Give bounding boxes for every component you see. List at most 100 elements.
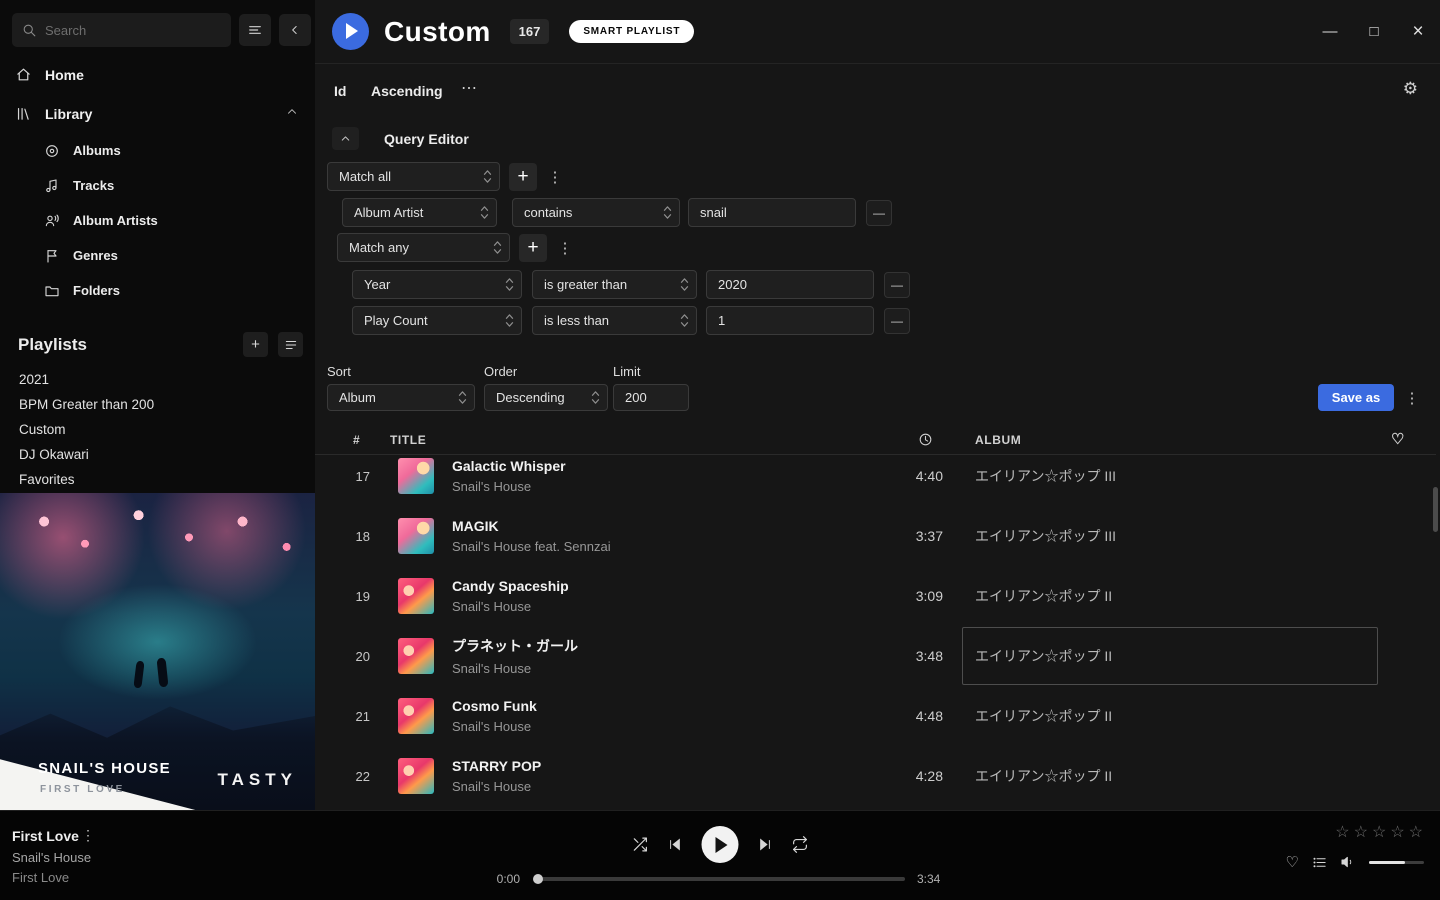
sort-field-control[interactable]: Id — [334, 83, 346, 99]
now-playing-artwork[interactable]: SNAIL'S HOUSE FIRST LOVE TASTY — [0, 493, 315, 810]
column-header-album[interactable]: ALBUM — [975, 433, 1021, 447]
play-playlist-button[interactable] — [332, 13, 369, 50]
remove-rule1-button[interactable]: — — [866, 200, 892, 226]
seek-handle[interactable] — [533, 874, 543, 884]
match-type-select-group2[interactable]: Match any — [337, 233, 510, 262]
track-artist: Snail's House — [452, 719, 872, 734]
track-album-focused[interactable]: エイリアン☆ポップ II — [962, 627, 1378, 685]
playlist-item[interactable]: BPM Greater than 200 — [19, 392, 315, 417]
add-rule-button-group2[interactable]: + — [519, 234, 547, 262]
album-art-thumbnail — [398, 458, 434, 494]
play-pause-button[interactable] — [702, 826, 739, 863]
select-arrows-icon — [483, 169, 492, 184]
repeat-button[interactable] — [792, 836, 809, 853]
queue-button[interactable] — [1312, 855, 1327, 870]
remove-rule3-button[interactable]: — — [884, 308, 910, 334]
playlist-list-button[interactable] — [278, 332, 303, 357]
favorite-button[interactable]: ♡ — [1286, 853, 1299, 871]
query-editor-collapse-button[interactable] — [332, 127, 359, 150]
shuffle-button[interactable] — [632, 836, 649, 853]
rule1-operator-select[interactable]: contains — [512, 198, 680, 227]
now-playing-menu-button[interactable]: ⋮ — [80, 826, 96, 844]
sidebar-item-albums[interactable]: Albums — [0, 133, 315, 168]
heart-icon: ♡ — [1286, 854, 1299, 871]
maximize-button[interactable]: □ — [1352, 10, 1396, 54]
sidebar-item-library[interactable]: Library — [0, 94, 315, 133]
hamburger-icon — [247, 22, 263, 38]
previous-track-button[interactable] — [668, 837, 683, 852]
group2-menu-button[interactable]: ⋮ — [556, 234, 574, 262]
sidebar-item-album-artists[interactable]: Album Artists — [0, 203, 315, 238]
nav-label: Library — [45, 106, 92, 122]
limit-input[interactable] — [613, 384, 689, 411]
rating-stars[interactable]: ☆☆☆☆☆ — [1335, 822, 1427, 842]
rule2-field-select[interactable]: Year — [352, 270, 522, 299]
menu-button[interactable] — [239, 14, 271, 46]
column-header-title[interactable]: TITLE — [390, 433, 426, 447]
close-button[interactable]: × — [1396, 10, 1440, 54]
minimize-button[interactable]: — — [1308, 10, 1352, 54]
sort-by-select[interactable]: Album — [327, 384, 475, 411]
rule1-field-select[interactable]: Album Artist — [342, 198, 497, 227]
save-as-button[interactable]: Save as — [1318, 384, 1394, 411]
playlist-item[interactable]: Custom — [19, 417, 315, 442]
add-playlist-button[interactable]: + — [243, 332, 268, 357]
rule1-value-input[interactable] — [688, 198, 856, 227]
track-album: エイリアン☆ポップ III — [962, 507, 1378, 565]
playlist-item[interactable]: Favorites — [19, 467, 315, 492]
transport-controls — [632, 826, 809, 863]
track-number: 22 — [315, 769, 370, 784]
nav-back-button[interactable] — [279, 14, 311, 46]
sort-more-button[interactable]: ⋯ — [461, 78, 477, 98]
table-row[interactable]: 18 MAGIK Snail's House feat. Sennzai 3:3… — [315, 506, 1436, 566]
volume-button[interactable] — [1340, 854, 1356, 870]
play-icon — [716, 837, 728, 853]
close-icon: × — [1412, 21, 1423, 42]
select-arrows-icon — [680, 277, 689, 292]
settings-gear-icon[interactable]: ⚙ — [1403, 79, 1418, 99]
search-box[interactable] — [12, 13, 231, 47]
rule3-value-input[interactable] — [706, 306, 874, 335]
album-art-thumbnail — [398, 518, 434, 554]
table-row[interactable]: 20 プラネット・ガール Snail's House 3:48 エイリアン☆ポッ… — [315, 626, 1436, 686]
rule3-field-select[interactable]: Play Count — [352, 306, 522, 335]
volume-slider[interactable] — [1369, 861, 1424, 864]
rule2-operator-select[interactable]: is greater than — [532, 270, 697, 299]
scrollbar-thumb[interactable] — [1433, 487, 1438, 532]
kebab-icon: ⋮ — [81, 827, 95, 843]
track-meta: MAGIK Snail's House feat. Sennzai — [452, 518, 872, 554]
album-art-thumbnail — [398, 578, 434, 614]
add-rule-button-group1[interactable]: + — [509, 163, 537, 191]
seek-bar[interactable] — [535, 877, 905, 881]
track-number: 18 — [315, 529, 370, 544]
rule2-value-input[interactable] — [706, 270, 874, 299]
column-header-number[interactable]: # — [353, 433, 360, 447]
favorite-heart-icon[interactable]: ♡ — [1391, 430, 1405, 448]
sidebar-item-folders[interactable]: Folders — [0, 273, 315, 308]
sidebar-item-tracks[interactable]: Tracks — [0, 168, 315, 203]
track-album: エイリアン☆ポップ II — [962, 687, 1378, 745]
duration-clock-icon[interactable] — [918, 432, 933, 450]
table-row[interactable]: 19 Candy Spaceship Snail's House 3:09 エイ… — [315, 566, 1436, 626]
chevron-up-icon — [285, 105, 299, 122]
playlist-item[interactable]: 2021 — [19, 367, 315, 392]
rule3-operator-select[interactable]: is less than — [532, 306, 697, 335]
playlist-item[interactable]: DJ Okawari — [19, 442, 315, 467]
order-select[interactable]: Descending — [484, 384, 608, 411]
sidebar-item-genres[interactable]: Genres — [0, 238, 315, 273]
disc-icon — [44, 143, 60, 159]
save-menu-button[interactable]: ⋮ — [1403, 384, 1421, 412]
remove-rule2-button[interactable]: — — [884, 272, 910, 298]
table-row[interactable]: 21 Cosmo Funk Snail's House 4:48 エイリアン☆ポ… — [315, 686, 1436, 746]
group1-menu-button[interactable]: ⋮ — [546, 163, 564, 191]
table-row[interactable]: 17 Galactic Whisper Snail's House 4:40 エ… — [315, 456, 1436, 506]
nav-label: Home — [45, 67, 84, 83]
limit-label: Limit — [613, 364, 640, 379]
table-row[interactable]: 22 STARRY POP Snail's House 4:28 エイリアン☆ポ… — [315, 746, 1436, 806]
match-type-select-group1[interactable]: Match all — [327, 162, 500, 191]
sort-label: Sort — [327, 364, 351, 379]
next-track-button[interactable] — [758, 837, 773, 852]
search-input[interactable] — [45, 23, 221, 38]
sort-direction-control[interactable]: Ascending — [371, 83, 443, 99]
sidebar-item-home[interactable]: Home — [0, 55, 315, 94]
